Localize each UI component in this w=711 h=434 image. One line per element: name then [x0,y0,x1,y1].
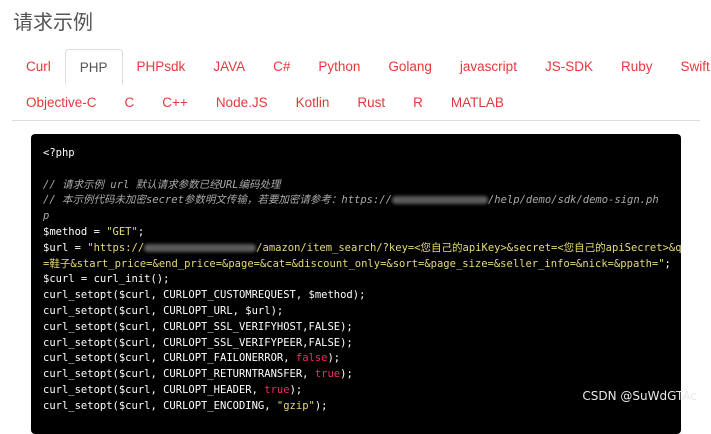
code-line-verifyhost: curl_setopt($curl, CURLOPT_SSL_VERIFYHOS… [43,320,353,333]
tab-js-sdk[interactable]: JS-SDK [531,49,607,85]
tab-nodejs[interactable]: Node.JS [202,85,282,121]
section-title: 请求示例 [13,10,93,34]
tab-kotlin[interactable]: Kotlin [282,85,344,121]
tab-ruby[interactable]: Ruby [607,49,667,85]
code-line-returntransfer: curl_setopt($curl, CURLOPT_RETURNTRANSFE… [43,368,353,381]
tab-cpp[interactable]: C++ [148,85,202,121]
code-line-url-opt: curl_setopt($curl, CURLOPT_URL, $url); [43,304,284,317]
code-line-method: $method = "GET"; [43,225,145,238]
code-comment-2-wrap: p [43,210,50,223]
code-line-curl-init: $curl = curl_init(); [43,273,170,286]
tab-rust[interactable]: Rust [343,85,399,121]
tab-java[interactable]: JAVA [199,49,259,85]
tab-objective-c[interactable]: Objective-C [12,85,111,121]
tab-r[interactable]: R [399,85,437,121]
tab-c[interactable]: C [111,85,149,121]
code-line-open-tag: <?php [43,147,75,159]
tab-matlab[interactable]: MATLAB [437,85,518,121]
code-line-url: $url = "https:///amazon/item_search/?key… [43,241,681,254]
redacted-host [144,243,257,252]
tab-swift[interactable]: Swift [666,49,711,85]
language-tabs: Curl PHP PHPsdk JAVA C# Python Golang ja… [12,49,710,121]
tab-golang[interactable]: Golang [374,49,446,85]
tab-javascript[interactable]: javascript [446,49,531,85]
watermark: CSDN @SuWdGTAc [582,389,697,403]
code-comment-1: // 请求示例 url 默认请求参数已经URL编码处理 [43,178,281,191]
code-line-url-wrap: =鞋子&start_price=&end_price=&page=&cat=&d… [43,257,671,270]
tab-row-2: Objective-C C C++ Node.JS Kotlin Rust R … [12,85,700,121]
code-line-verifypeer: curl_setopt($curl, CURLOPT_SSL_VERIFYPEE… [43,336,353,349]
tab-curl[interactable]: Curl [12,49,65,85]
tabs-divider [12,120,700,121]
code-line-customrequest: curl_setopt($curl, CURLOPT_CUSTOMREQUEST… [43,289,366,302]
tab-row-1: Curl PHP PHPsdk JAVA C# Python Golang ja… [12,49,710,85]
redacted-domain [391,196,488,205]
code-line-encoding: curl_setopt($curl, CURLOPT_ENCODING, "gz… [43,399,328,412]
code-comment-2: // 本示例代码未加密secret参数明文传输，若要加密请参考：https://… [43,194,659,207]
tab-csharp[interactable]: C# [259,49,304,85]
tab-php[interactable]: PHP [64,49,123,85]
tab-python[interactable]: Python [304,49,374,85]
code-line-failonerror: curl_setopt($curl, CURLOPT_FAILONERROR, … [43,352,341,365]
code-line-header: curl_setopt($curl, CURLOPT_HEADER, true)… [43,383,303,396]
tab-phpsdk[interactable]: PHPsdk [123,49,200,85]
